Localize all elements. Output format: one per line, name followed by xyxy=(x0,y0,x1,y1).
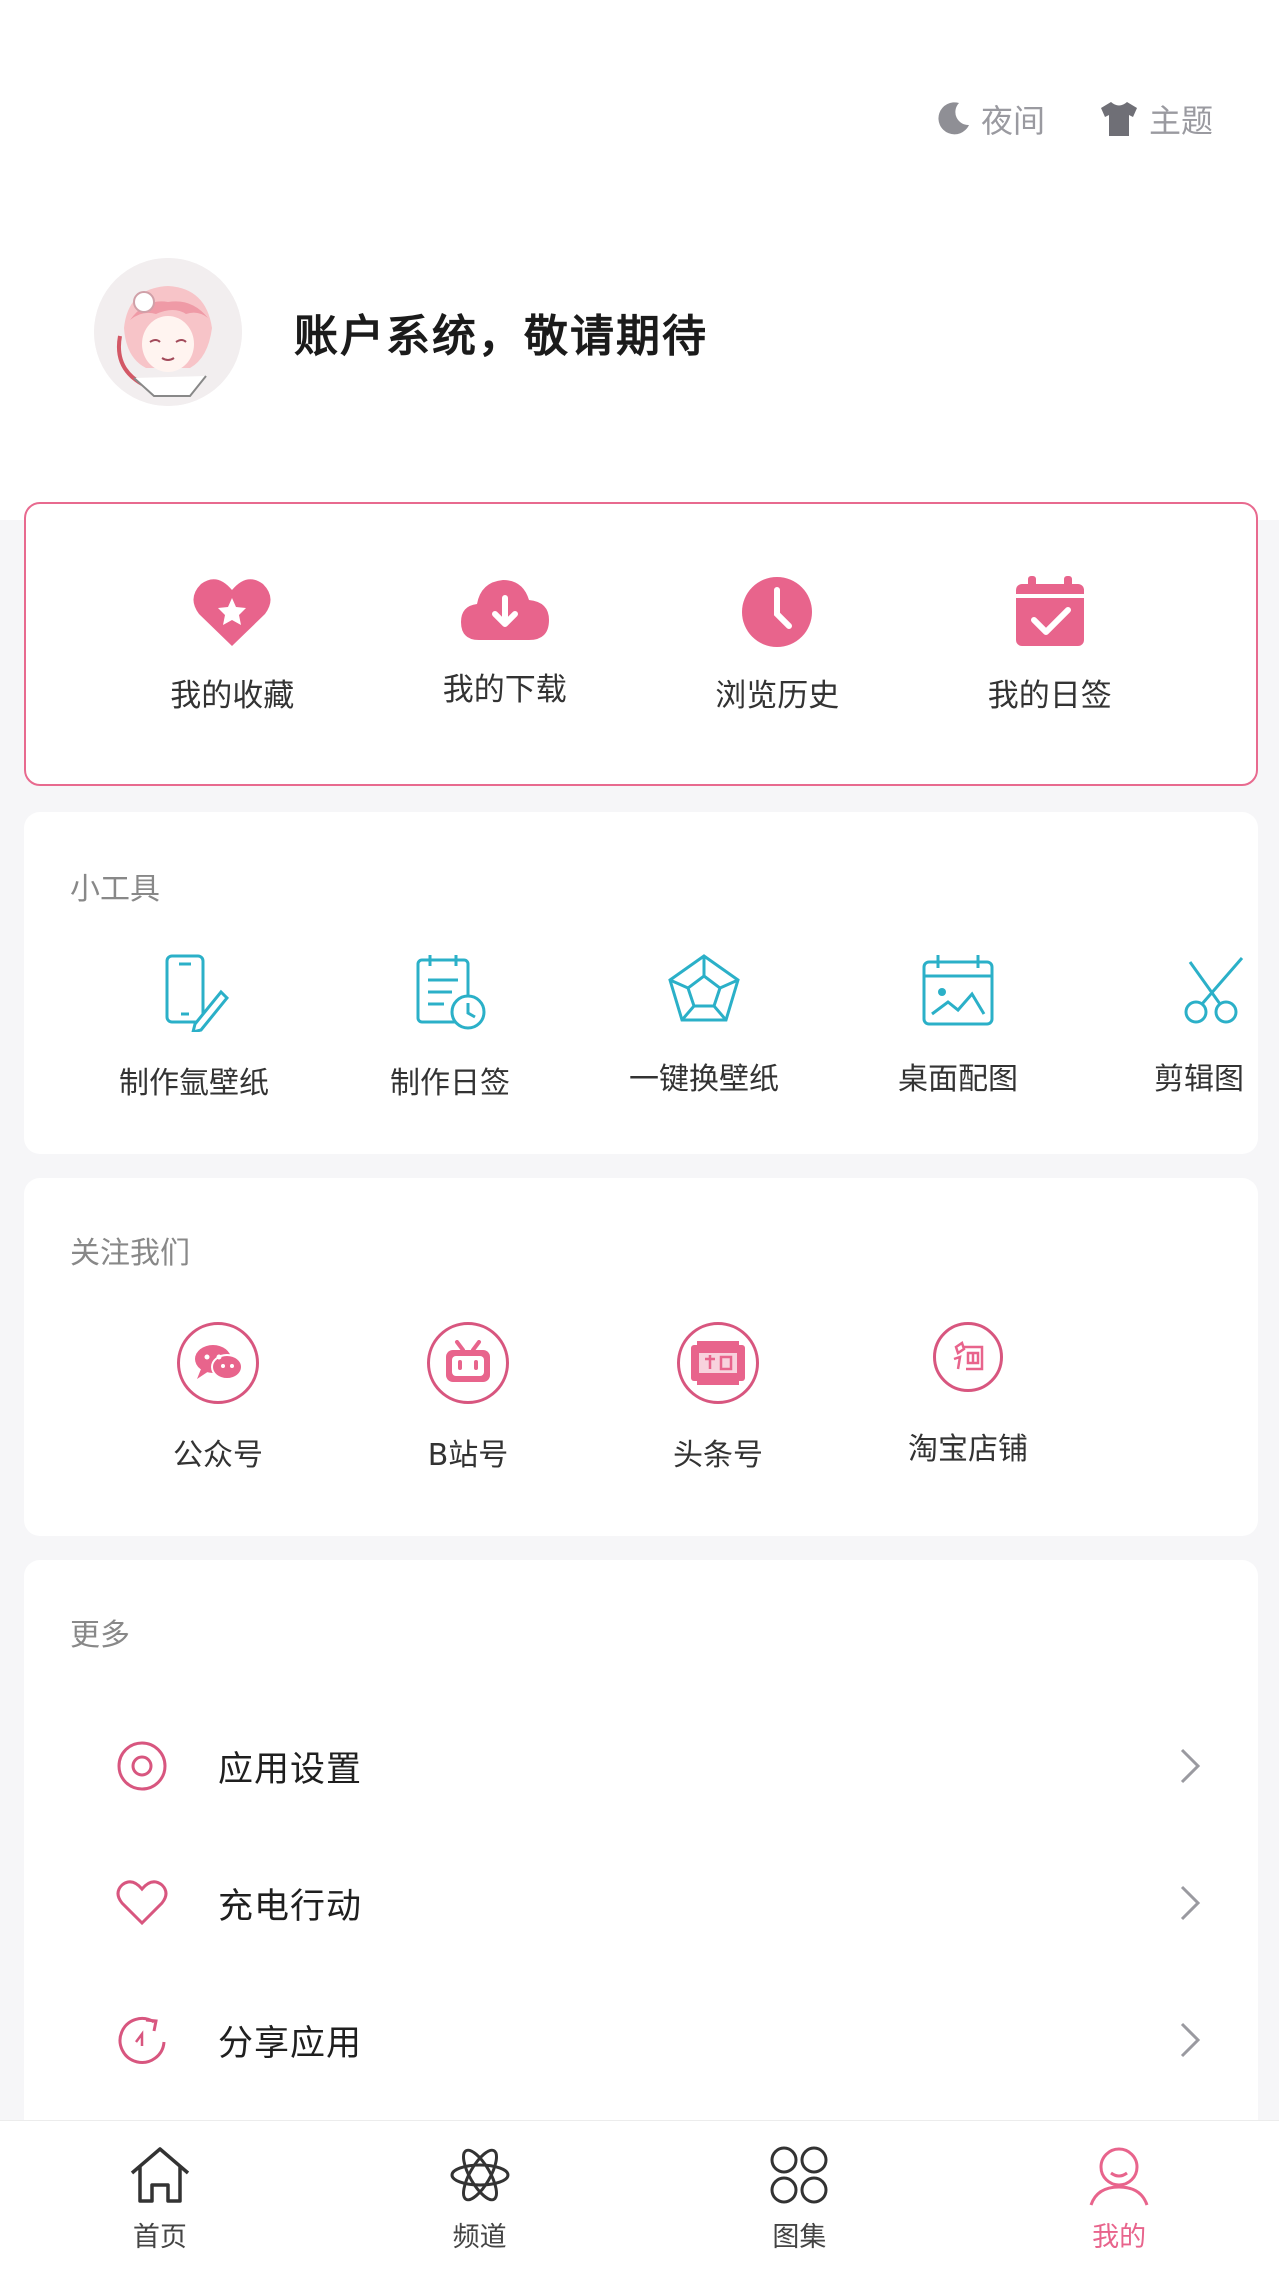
clock-icon xyxy=(742,577,813,647)
moon-icon xyxy=(938,102,969,135)
follow-taobao[interactable]: 淘宝店铺 xyxy=(868,1322,1068,1468)
bilibili-icon xyxy=(446,1340,490,1382)
calendar-check-icon xyxy=(1015,576,1084,646)
tool-desktop-picture[interactable]: 桌面配图 xyxy=(848,952,1068,1098)
quick-daily-sign-label: 我的日签 xyxy=(987,678,1112,714)
refresh-icon xyxy=(118,2017,166,2064)
settings-circle-icon xyxy=(117,1741,167,1791)
nav-gallery[interactable]: 图集 xyxy=(640,2121,960,2276)
more-title: 更多 xyxy=(70,1618,130,1653)
quick-actions-card: 我的收藏 我的下载 浏览历史 我的日签 xyxy=(24,502,1258,786)
bottom-nav: 首页 频道 图集 我的 xyxy=(0,2120,1279,2276)
follow-toutiao[interactable]: 头条号 xyxy=(618,1322,818,1474)
atom-icon xyxy=(450,2148,510,2202)
tools-scroller[interactable]: 制作氩壁纸 制作日签 一键换壁纸 桌面配图 剪辑图 xyxy=(24,952,1258,1132)
toutiao-icon xyxy=(691,1341,745,1385)
taobao-icon xyxy=(953,1341,984,1371)
more-card: 更多 应用设置 充电行动 分享应用 xyxy=(24,1560,1258,2120)
nav-gallery-label: 图集 xyxy=(772,2222,827,2253)
nav-channel-label: 频道 xyxy=(452,2222,507,2253)
tools-card: 小工具 制作氩壁纸 制作日签 一键换壁纸 桌面配图 剪辑图 xyxy=(24,812,1258,1154)
follow-taobao-label: 淘宝店铺 xyxy=(908,1432,1028,1467)
theme-toggle[interactable]: 主题 xyxy=(1097,96,1213,142)
menu-charge-action[interactable]: 充电行动 xyxy=(24,1843,1258,1963)
chevron-right-icon xyxy=(1180,1885,1201,1921)
nav-home[interactable]: 首页 xyxy=(0,2121,320,2276)
tools-title: 小工具 xyxy=(70,872,160,907)
follow-toutiao-label: 头条号 xyxy=(673,1438,763,1473)
follow-wechat[interactable]: 公众号 xyxy=(118,1322,318,1474)
avatar-illustration xyxy=(94,258,242,406)
quick-downloads-label: 我的下载 xyxy=(442,672,567,708)
menu-charge-action-label: 充电行动 xyxy=(218,1886,363,1927)
nav-home-label: 首页 xyxy=(132,2222,187,2253)
wechat-icon xyxy=(195,1345,243,1380)
cloud-download-icon xyxy=(460,580,549,640)
follow-bilibili-label: B站号 xyxy=(427,1438,509,1473)
menu-share-app-label: 分享应用 xyxy=(218,2023,363,2064)
top-toggles: 夜间 主题 xyxy=(933,96,1213,142)
follow-us-card: 关注我们 公众号 B站号 头条号 淘宝店铺 xyxy=(24,1178,1258,1536)
heart-outline-icon xyxy=(116,1880,168,1926)
tool-edit-picture-label: 剪辑图 xyxy=(1154,1062,1244,1097)
nav-channel[interactable]: 频道 xyxy=(320,2121,640,2276)
follow-wechat-label: 公众号 xyxy=(173,1438,263,1473)
tool-make-wallpaper-label: 制作氩壁纸 xyxy=(119,1066,269,1101)
picture-calendar-icon xyxy=(922,955,994,1026)
tshirt-icon xyxy=(1100,102,1137,136)
bilibili-badge xyxy=(427,1322,509,1404)
profile-name[interactable]: 账户系统，敬请期待 xyxy=(294,300,708,364)
follow-bilibili[interactable]: B站号 xyxy=(368,1322,568,1474)
menu-app-settings-label: 应用设置 xyxy=(218,1749,363,1790)
phone-edit-icon xyxy=(165,954,229,1032)
tool-one-click-wallpaper-label: 一键换壁纸 xyxy=(629,1062,779,1097)
menu-share-app[interactable]: 分享应用 xyxy=(24,1980,1258,2100)
quick-history[interactable]: 浏览历史 xyxy=(687,574,867,715)
tool-one-click-wallpaper[interactable]: 一键换壁纸 xyxy=(594,952,814,1098)
document-clock-icon xyxy=(416,955,486,1030)
quick-history-label: 浏览历史 xyxy=(715,678,840,714)
nav-mine[interactable]: 我的 xyxy=(959,2121,1279,2276)
night-mode-label: 夜间 xyxy=(980,102,1045,140)
follow-us-title: 关注我们 xyxy=(70,1236,190,1271)
quick-favorites-label: 我的收藏 xyxy=(170,678,295,714)
nav-mine-label: 我的 xyxy=(1092,2222,1147,2253)
toutiao-badge xyxy=(677,1322,759,1404)
heart-icon xyxy=(193,579,271,646)
tool-desktop-picture-label: 桌面配图 xyxy=(898,1062,1018,1097)
wechat-badge xyxy=(177,1322,259,1404)
menu-app-settings[interactable]: 应用设置 xyxy=(24,1706,1258,1826)
home-icon xyxy=(130,2147,190,2203)
avatar[interactable] xyxy=(94,258,242,406)
theme-label: 主题 xyxy=(1148,102,1213,140)
quick-favorites[interactable]: 我的收藏 xyxy=(142,574,322,715)
profile-block[interactable]: 账户系统，敬请期待 xyxy=(94,258,708,406)
pentagon-icon xyxy=(668,954,740,1022)
user-icon xyxy=(1089,2147,1149,2206)
tool-make-daily-sign[interactable]: 制作日签 xyxy=(340,952,560,1102)
tool-edit-picture[interactable]: 剪辑图 xyxy=(1102,952,1258,1098)
tool-make-wallpaper[interactable]: 制作氩壁纸 xyxy=(84,952,304,1102)
chevron-right-icon xyxy=(1180,1748,1201,1784)
grid-icon xyxy=(770,2146,828,2204)
quick-downloads[interactable]: 我的下载 xyxy=(415,574,595,715)
night-mode-toggle[interactable]: 夜间 xyxy=(933,96,1045,142)
taobao-badge xyxy=(933,1322,1003,1392)
tool-make-daily-sign-label: 制作日签 xyxy=(390,1066,510,1101)
chevron-right-icon xyxy=(1180,2022,1201,2058)
scissors-icon xyxy=(1184,957,1244,1024)
quick-daily-sign[interactable]: 我的日签 xyxy=(960,574,1140,715)
